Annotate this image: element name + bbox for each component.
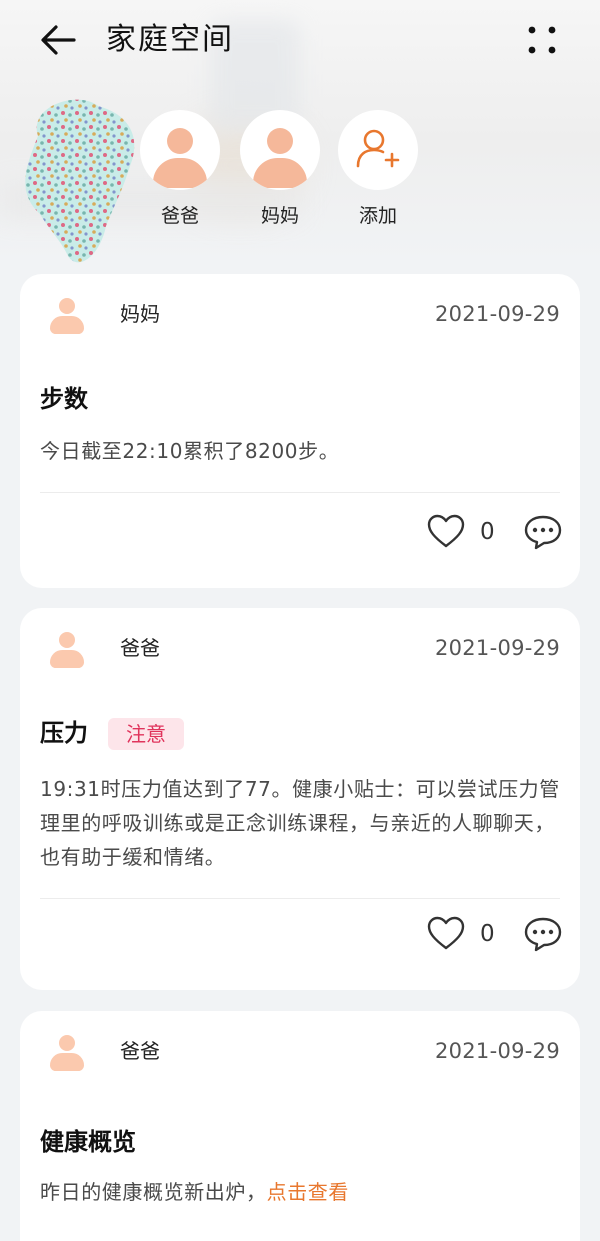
more-dots-icon: [528, 26, 556, 54]
card-title: 压力: [40, 719, 88, 747]
divider: [40, 898, 560, 899]
member-row: 爸爸 妈妈 添加: [0, 96, 600, 263]
back-button[interactable]: [36, 18, 84, 62]
member-mom[interactable]: 妈妈: [238, 110, 322, 228]
author-avatar: [46, 1033, 88, 1075]
card-text: 今日截至22:10累积了8200步。: [40, 439, 340, 463]
like-count: 0: [480, 519, 495, 545]
more-button[interactable]: [520, 20, 564, 60]
like-button[interactable]: [426, 914, 466, 954]
comment-button[interactable]: [522, 512, 564, 552]
feed-card-steps[interactable]: 妈妈 2021-09-29 步数 今日截至22:10累积了8200步。 0: [20, 274, 580, 588]
member-dad[interactable]: 爸爸: [138, 110, 222, 228]
status-badge: 注意: [108, 718, 184, 750]
divider: [40, 492, 560, 493]
page-title: 家庭空间: [106, 22, 234, 57]
add-member-circle: [338, 110, 418, 190]
heart-icon: [427, 916, 465, 950]
card-title: 健康概览: [40, 1128, 136, 1156]
member-name: 妈妈: [260, 205, 299, 227]
author-avatar: [46, 296, 88, 338]
mom-avatar: [240, 110, 320, 190]
feed-card-health-overview[interactable]: 爸爸 2021-09-29 健康概览 昨日的健康概览新出炉，点击查看: [20, 1011, 580, 1241]
view-link[interactable]: 点击查看: [267, 1180, 349, 1204]
card-text: 19:31时压力值达到了77。健康小贴士：可以尝试压力管理里的呼吸训练或是正念训…: [40, 777, 560, 869]
self-avatar[interactable]: [18, 96, 136, 268]
member-name: 添加: [358, 205, 397, 227]
top-bar: 家庭空间: [0, 0, 600, 84]
author-name: 爸爸: [120, 1039, 160, 1063]
author-name: 妈妈: [120, 302, 160, 326]
add-member-button[interactable]: 添加: [336, 110, 420, 228]
like-button[interactable]: [426, 512, 466, 552]
dad-avatar: [140, 110, 220, 190]
feed-card-stress[interactable]: 爸爸 2021-09-29 压力 注意 19:31时压力值达到了77。健康小贴士…: [20, 608, 580, 990]
back-arrow-icon: [41, 25, 76, 55]
card-text: 昨日的健康概览新出炉，: [40, 1180, 267, 1204]
comment-button[interactable]: [522, 914, 564, 954]
member-name: 爸爸: [160, 205, 199, 227]
comment-icon: [524, 515, 562, 550]
post-date: 2021-09-29: [434, 636, 560, 660]
author-name: 爸爸: [120, 636, 160, 660]
author-avatar: [46, 630, 88, 672]
heart-icon: [427, 514, 465, 548]
post-date: 2021-09-29: [434, 302, 560, 326]
polka-dot-avatar-image: [25, 99, 135, 263]
card-text-row: 昨日的健康概览新出炉，点击查看: [40, 1175, 562, 1209]
card-title: 步数: [40, 385, 88, 413]
comment-icon: [524, 917, 562, 952]
add-person-icon: [356, 129, 400, 168]
family-space-screen: 家庭空间 爸爸 妈妈 添加 妈妈 2021-09-29 步数 今日截至22:10…: [0, 0, 600, 1241]
like-count: 0: [480, 921, 495, 947]
post-date: 2021-09-29: [434, 1039, 560, 1063]
